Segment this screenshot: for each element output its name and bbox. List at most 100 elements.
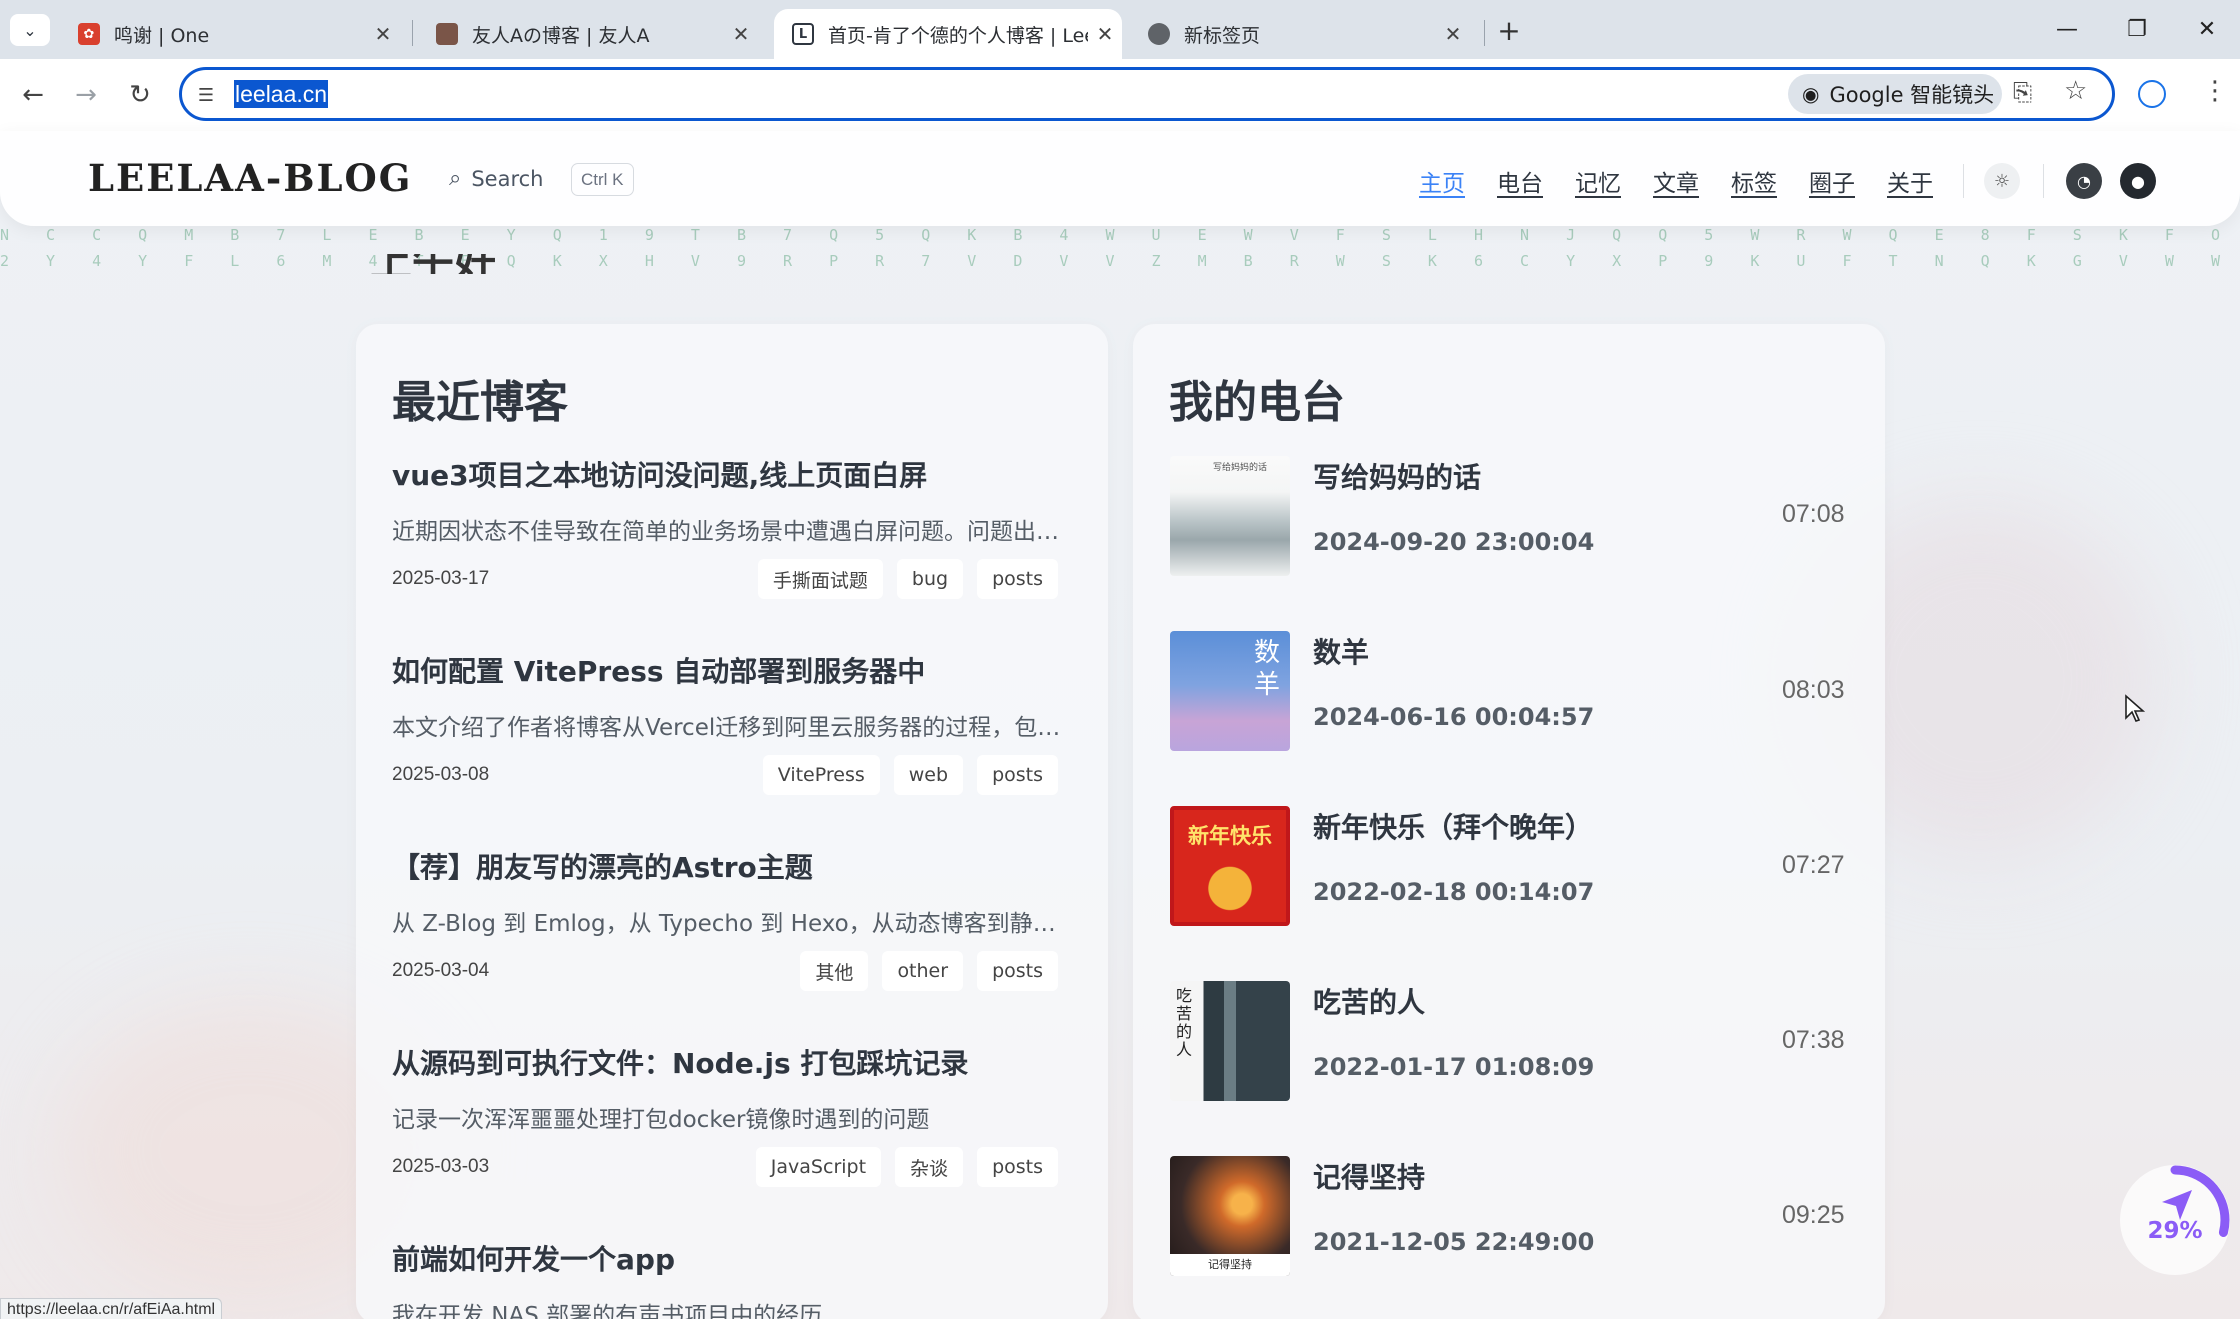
tag[interactable]: posts	[977, 755, 1058, 795]
post-tags: JavaScript 杂谈 posts	[755, 1147, 1058, 1187]
tab-4[interactable]: 新标签页 ✕	[1130, 9, 1470, 59]
search-button[interactable]: ⌕ Search	[449, 166, 543, 191]
tag[interactable]: other	[882, 951, 964, 991]
tab-title: 新标签页	[1184, 24, 1261, 47]
tag[interactable]: 手撕面试题	[757, 559, 883, 599]
lens-label: Google 智能镜头	[1829, 83, 1995, 107]
nav-about[interactable]: 关于	[1887, 164, 1933, 198]
site-logo[interactable]: LEELAA-BLOG	[88, 156, 412, 200]
restore-button[interactable]: ❐	[2102, 0, 2172, 59]
tag[interactable]: 杂谈	[895, 1147, 964, 1187]
tag[interactable]: JavaScript	[755, 1147, 882, 1187]
close-window-button[interactable]: ✕	[2172, 0, 2240, 59]
rss-icon[interactable]: ◔	[2066, 163, 2102, 199]
progress-label: 29%	[2147, 1218, 2203, 1244]
close-icon[interactable]: ✕	[724, 22, 758, 46]
nav-circle[interactable]: 圈子	[1809, 164, 1855, 198]
theme-toggle-sun-icon[interactable]: ☼	[1984, 163, 2020, 199]
search-icon: ⌕	[449, 166, 462, 191]
nav-radio[interactable]: 电台	[1497, 164, 1543, 198]
install-app-icon[interactable]: ⎘	[2013, 78, 2032, 106]
close-icon[interactable]: ✕	[1436, 22, 1470, 46]
post-title[interactable]: 前端如何开发一个app	[392, 1238, 675, 1278]
restore-icon: ❐	[2127, 17, 2147, 42]
episode-cover[interactable]: 记得坚持	[1170, 1156, 1290, 1276]
google-lens-button[interactable]: ◉ Google 智能镜头	[1788, 74, 2002, 114]
episode-title[interactable]: 写给妈妈的话	[1313, 456, 1481, 496]
tag[interactable]: posts	[977, 951, 1058, 991]
back-button[interactable]: ←	[11, 73, 55, 117]
url-text[interactable]: leelaa.cn	[234, 80, 329, 108]
tag[interactable]: bug	[896, 559, 964, 599]
post-desc: 记录一次浑浑噩噩处理打包docker镜像时遇到的问题	[392, 1107, 930, 1133]
episode-title[interactable]: 记得坚持	[1313, 1156, 1425, 1196]
cover-text: 写给妈妈的话	[1212, 463, 1267, 473]
reload-button[interactable]: ↻	[118, 73, 162, 117]
arrow-right-icon: →	[75, 80, 97, 110]
post-desc: 近期因状态不佳导致在简单的业务场景中遭遇白屏问题。问题出在...	[392, 519, 1072, 545]
scroll-to-top-progress[interactable]: 29%	[2110, 1150, 2240, 1290]
recent-blogs-heading: 最近博客	[392, 377, 568, 428]
episode-title[interactable]: 新年快乐（拜个晚年）	[1313, 806, 1593, 846]
post-date: 2025-03-04	[392, 960, 490, 981]
nav-memory[interactable]: 记忆	[1575, 164, 1621, 198]
tag[interactable]: web	[893, 755, 964, 795]
post-title[interactable]: 【荐】朋友写的漂亮的Astro主题	[392, 846, 813, 886]
nav-divider	[2043, 164, 2044, 198]
forward-button[interactable]: →	[64, 73, 108, 117]
github-icon[interactable]: ●	[2120, 163, 2156, 199]
menu-kebab-icon[interactable]: ⋮	[2202, 76, 2228, 106]
tab-3-active[interactable]: L 首页-肯了个德的个人博客 | Lee ✕	[774, 9, 1122, 59]
close-icon[interactable]: ✕	[366, 22, 400, 46]
episode-duration: 08:03	[1782, 676, 1845, 704]
tab-1[interactable]: ✿ 鸣谢 | One ✕	[60, 9, 400, 59]
favicon-icon	[436, 23, 458, 45]
tab-separator	[412, 20, 413, 46]
minimize-icon: —	[2056, 17, 2078, 42]
close-icon[interactable]: ✕	[1088, 22, 1122, 46]
post-desc: 本文介绍了作者将博客从Vercel迁移到阿里云服务器的过程，包括...	[392, 715, 1072, 741]
episode-duration: 09:25	[1782, 1201, 1845, 1229]
bookmark-star-icon[interactable]: ☆	[2064, 76, 2087, 106]
post-date: 2025-03-03	[392, 1156, 490, 1177]
tab-search-button[interactable]: ⌄	[10, 14, 50, 46]
camera-icon: ◉	[1802, 82, 1820, 106]
new-tab-button[interactable]: +	[1494, 13, 1524, 47]
episode-cover[interactable]: 新年快乐	[1170, 806, 1290, 926]
episode-title[interactable]: 吃苦的人	[1313, 981, 1425, 1021]
post-title[interactable]: 从源码到可执行文件：Node.js 打包踩坑记录	[392, 1042, 968, 1082]
plus-icon: +	[1497, 13, 1521, 47]
cover-text: 数羊	[1253, 638, 1280, 700]
tag[interactable]: 其他	[800, 951, 869, 991]
episode-duration: 07:38	[1782, 1026, 1845, 1054]
episode-cover[interactable]: 吃苦的人	[1170, 981, 1290, 1101]
favicon-icon: ✿	[78, 23, 100, 45]
nav-articles[interactable]: 文章	[1653, 164, 1699, 198]
post-tags: 其他 other posts	[800, 951, 1058, 991]
episode-date: 2022-01-17 01:08:09	[1313, 1053, 1595, 1081]
post-title[interactable]: 如何配置 VitePress 自动部署到服务器中	[392, 650, 925, 690]
tab-2[interactable]: 友人Aの博客 | 友人A ✕	[418, 9, 758, 59]
tag[interactable]: posts	[977, 1147, 1058, 1187]
post-date: 2025-03-17	[392, 568, 490, 589]
tag[interactable]: VitePress	[762, 755, 880, 795]
tab-title: 鸣谢 | One	[114, 24, 210, 47]
arrow-left-icon: ←	[22, 80, 44, 110]
site-info-icon[interactable]: ☰	[193, 82, 219, 108]
post-title[interactable]: vue3项目之本地访问没问题,线上页面白屏	[392, 454, 927, 494]
minimize-button[interactable]: —	[2032, 0, 2102, 59]
episode-title[interactable]: 数羊	[1313, 631, 1369, 671]
nav-home[interactable]: 主页	[1419, 164, 1465, 198]
chevron-down-icon: ⌄	[23, 20, 37, 40]
post-desc: 我在开发 NAS 部署的有声书项目中的经历	[392, 1303, 823, 1319]
tab-title: 首页-肯了个德的个人博客 | Lee	[828, 24, 1088, 47]
episode-date: 2021-12-05 22:49:00	[1313, 1228, 1595, 1256]
episode-cover[interactable]: 写给妈妈的话	[1170, 456, 1290, 576]
episode-cover[interactable]: 数羊	[1170, 631, 1290, 751]
episode-date: 2022-02-18 00:14:07	[1313, 878, 1595, 906]
tag[interactable]: posts	[977, 559, 1058, 599]
nav-tags[interactable]: 标签	[1731, 164, 1777, 198]
profile-icon[interactable]	[2138, 80, 2166, 108]
search-label: Search	[471, 166, 544, 191]
greeting-heading: 上午好	[370, 254, 510, 274]
